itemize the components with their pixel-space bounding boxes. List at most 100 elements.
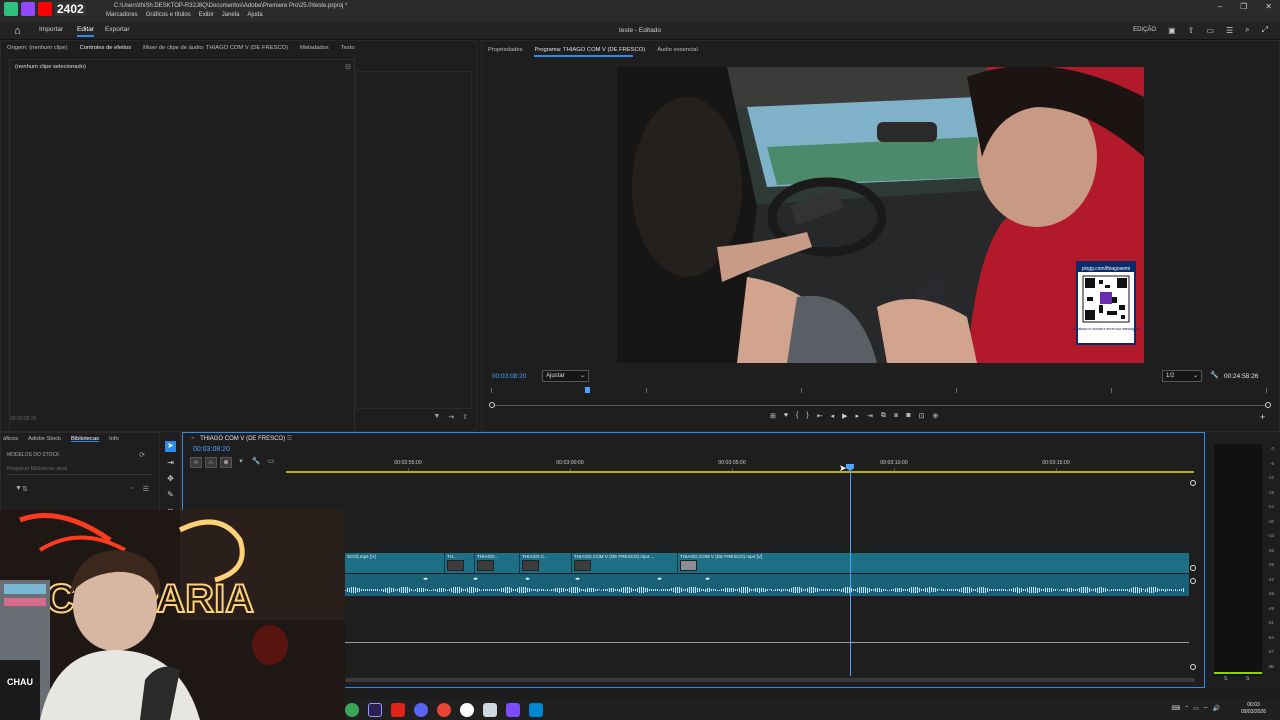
fullscreen-icon[interactable]: ⤢: [1262, 25, 1268, 35]
stock-templates-label[interactable]: MODELOS DO STOCK: [7, 452, 59, 458]
vr-icon[interactable]: ⊕: [932, 412, 938, 420]
volume-icon[interactable]: 🔊: [1213, 705, 1220, 713]
menu-icon[interactable]: ☰: [1226, 26, 1233, 35]
tab-libraries[interactable]: Bibliotecas: [71, 436, 99, 442]
tab-program[interactable]: Programa: THIAGO COM V (DE FRESCO): [534, 47, 645, 57]
mark-in-icon[interactable]: {: [796, 412, 798, 420]
overwrite-icon[interactable]: ⧈: [894, 412, 898, 420]
chevron-up-icon[interactable]: ⌃: [1184, 705, 1189, 713]
close-icon[interactable]: ✕: [1265, 2, 1272, 11]
menu-graphics[interactable]: Gráficos e títulos: [146, 12, 191, 22]
timeline-clip[interactable]: THIAGO C...: [520, 553, 572, 573]
tab-graphics[interactable]: áficos: [3, 436, 18, 442]
razor-tool-icon[interactable]: ✎: [165, 490, 176, 501]
tab-effect-controls[interactable]: Controles de efeitos: [80, 45, 132, 51]
resolution-select[interactable]: 1/2 ⌄: [1162, 370, 1202, 382]
taskbar-clock[interactable]: 00:03 09/03/2026: [1241, 702, 1266, 716]
timeline-clip[interactable]: TH...: [445, 553, 475, 573]
solo-button[interactable]: S: [1246, 676, 1249, 682]
selection-tool-icon[interactable]: ➤: [165, 441, 176, 452]
snap-icon[interactable]: ∩: [205, 457, 217, 468]
premiere-icon[interactable]: [368, 703, 382, 717]
linked-selection-icon[interactable]: ⊗: [220, 457, 232, 468]
chrome-icon[interactable]: [345, 703, 359, 717]
timeline-clip[interactable]: THIAGO COM V (DE FRESCO).mp4 ...: [572, 553, 678, 573]
restore-icon[interactable]: ❐: [1240, 2, 1247, 11]
add-marker-icon[interactable]: ▾: [235, 457, 247, 468]
tab-info[interactable]: Info: [109, 436, 119, 442]
timeline-timecode[interactable]: 00:03:08:20: [193, 446, 230, 453]
program-scrubber[interactable]: [489, 386, 1271, 408]
program-video-frame[interactable]: pixgg.com/thiagosemi Fortaleça no donate…: [617, 67, 1144, 363]
expand-icon[interactable]: ⊟: [345, 63, 351, 71]
tab-metadata[interactable]: Metadados: [300, 45, 329, 51]
video-track[interactable]: SCO).mp4 [V] TH... THIAGO... THIAGO C...…: [345, 553, 1189, 573]
export-frame-icon[interactable]: ◙: [906, 412, 910, 420]
share-icon[interactable]: ⇪: [1188, 26, 1195, 35]
captions-icon[interactable]: ▭: [265, 457, 277, 468]
minimize-icon[interactable]: –: [1218, 2, 1222, 11]
timeline-settings-icon[interactable]: 🔧: [250, 457, 262, 468]
editor-icon[interactable]: [529, 703, 543, 717]
timeline-vscroll-handle[interactable]: [1190, 480, 1196, 486]
app-grid-icon[interactable]: [506, 703, 520, 717]
timeline-clip[interactable]: THIAGO COM V (DE FRESCO).mp4 [V]: [678, 553, 1189, 573]
audio-track[interactable]: ◂▸ ◂▸ ◂▸ ◂▸ ◂▸ ◂▸: [345, 574, 1189, 596]
zoom-handle-left[interactable]: [489, 402, 495, 408]
tab-properties[interactable]: Propriedades: [488, 47, 522, 53]
time-ruler[interactable]: 00:02:55:00 00:03:00:00 00:03:05:00 00:0…: [286, 458, 1194, 474]
menu-view[interactable]: Exibir: [199, 12, 214, 22]
discord-icon[interactable]: [414, 703, 428, 717]
timeline-playhead[interactable]: [850, 466, 851, 676]
play-icon[interactable]: ▶: [842, 412, 847, 420]
nest-toggle-icon[interactable]: ⊹: [190, 457, 202, 468]
close-icon[interactable]: ×: [191, 436, 195, 442]
step-forward-icon[interactable]: ▸: [856, 412, 860, 420]
network-icon[interactable]: ▭: [1193, 705, 1199, 713]
menu-markers[interactable]: Marcadores: [106, 12, 138, 22]
keyboard-icon[interactable]: ⌨: [1172, 705, 1181, 713]
add-button-icon[interactable]: +: [1260, 412, 1265, 422]
program-timecode[interactable]: 00:03:08:20: [492, 373, 526, 380]
solo-button[interactable]: S: [1224, 676, 1227, 682]
program-playhead[interactable]: [585, 387, 590, 393]
play-audio-icon[interactable]: ⇥: [448, 413, 454, 421]
filter-icon[interactable]: ▼: [433, 413, 440, 421]
obs-icon[interactable]: [460, 703, 474, 717]
search-icon[interactable]: ⌕: [1245, 25, 1249, 35]
insert-icon[interactable]: ⧉: [881, 412, 886, 420]
tab-text[interactable]: Texto: [341, 45, 355, 51]
timeline-vscroll-handle[interactable]: [1190, 664, 1196, 670]
grid-view-icon[interactable]: ▫: [130, 485, 132, 493]
filter-icon[interactable]: ▼: [15, 485, 22, 493]
settings-wrench-icon[interactable]: 🔧: [1210, 371, 1219, 379]
tab-essential-audio[interactable]: Áudio essencial: [657, 47, 698, 53]
list-view-icon[interactable]: ☰: [143, 485, 149, 493]
step-back-icon[interactable]: ◂: [831, 412, 835, 420]
vivaldi-icon[interactable]: [391, 703, 405, 717]
quick-export-icon[interactable]: ▭: [1206, 26, 1214, 35]
tab-adobe-stock[interactable]: Adobe Stock: [28, 436, 61, 442]
workspace-label[interactable]: EDIÇÃO: [1133, 27, 1156, 33]
effect-keyframe-area[interactable]: [356, 71, 472, 409]
go-to-in-icon[interactable]: ⇤: [817, 412, 823, 420]
timeline-clip[interactable]: SCO).mp4 [V]: [345, 553, 445, 573]
marker-icon[interactable]: ⊞: [770, 412, 776, 420]
wifi-icon[interactable]: ⌔: [1203, 705, 1209, 713]
panel-layout-icon[interactable]: ▣: [1168, 26, 1176, 35]
mark-out-icon[interactable]: }: [806, 412, 808, 420]
timeline-clip[interactable]: THIAGO...: [475, 553, 520, 573]
export-icon[interactable]: ⇪: [462, 413, 468, 421]
tab-source[interactable]: Origem: (nenhum clipe): [7, 45, 68, 51]
go-to-out-icon[interactable]: ⇥: [867, 412, 873, 420]
sync-icon[interactable]: ⟳: [139, 451, 145, 459]
compare-icon[interactable]: ⊡: [919, 412, 925, 420]
ripple-tool-icon[interactable]: ✥: [165, 474, 176, 485]
sort-icon[interactable]: ⇅: [22, 485, 28, 493]
tab-audio-mixer[interactable]: Mixer de clipe de áudio: THIAGO COM V (D…: [143, 45, 288, 51]
menu-window[interactable]: Janela: [222, 12, 240, 22]
timeline-vscroll-handle[interactable]: [1190, 578, 1196, 584]
menu-help[interactable]: Ajuda: [247, 12, 262, 22]
timeline-vscroll-handle[interactable]: [1190, 565, 1196, 571]
library-search-input[interactable]: Pesquisar Bibliotecas atual: [7, 466, 151, 475]
